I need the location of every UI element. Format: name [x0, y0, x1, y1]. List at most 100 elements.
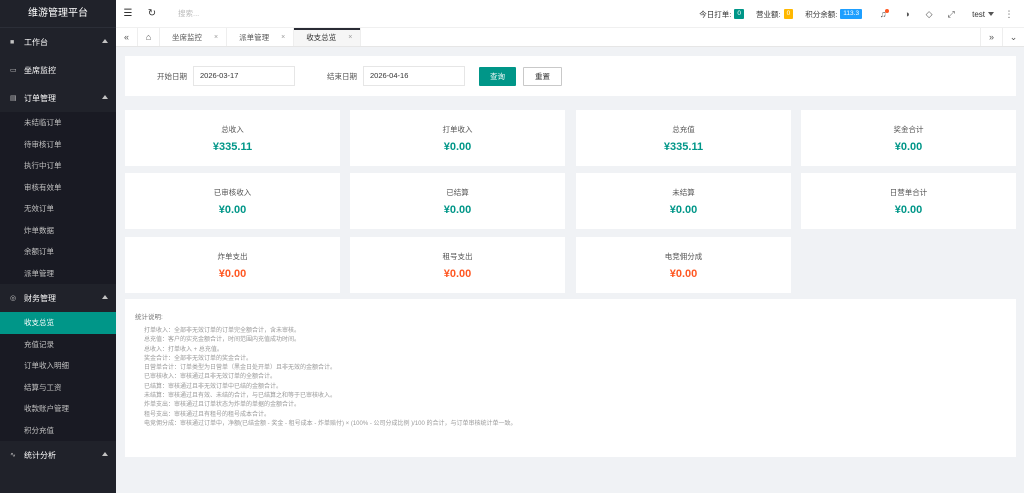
- note-line: 打单收入：全部非无效订单的订单完全额合计，含未审核。: [144, 328, 301, 334]
- card-label: 日营单合计: [889, 188, 928, 197]
- tab-label: 派单管理: [239, 32, 270, 42]
- tabs-dropdown-icon[interactable]: ⌄: [1002, 28, 1024, 46]
- sidebar-item-unsettled-orders[interactable]: 未结临订单: [0, 112, 116, 134]
- card-value: ¥0.00: [669, 204, 698, 216]
- sidebar-item-income-overview[interactable]: 收支总览: [0, 312, 116, 334]
- user-menu[interactable]: test: [972, 10, 994, 19]
- note-line: 总充值：客户的实充金额合计，时间范围内充值成功时间。: [144, 337, 301, 344]
- card-bonus-total: 奖金合计 ¥0.00: [801, 110, 1016, 166]
- note-line: 总收入：打单收入 + 总充值。: [144, 346, 223, 353]
- fullscreen-icon[interactable]: ⤢: [940, 9, 962, 20]
- orders-icon: ▤: [10, 95, 17, 102]
- close-icon[interactable]: ×: [214, 34, 218, 41]
- main-content: 开始日期 2026-03-17 结束日期 2026-04-16 查询 重置 总收…: [116, 47, 1024, 493]
- username: test: [972, 9, 985, 19]
- end-date-label: 结束日期: [327, 71, 357, 81]
- menu-toggle-icon[interactable]: ☰: [116, 8, 140, 19]
- start-date-input[interactable]: 2026-03-17: [193, 66, 295, 86]
- card-label: 奖金合计: [893, 125, 924, 134]
- query-button[interactable]: 查询: [479, 66, 516, 86]
- theme-icon[interactable]: ◑: [896, 9, 918, 19]
- sidebar-item-balance-orders[interactable]: 余额订单: [0, 241, 116, 263]
- nav-group-workbench[interactable]: ■ 工作台: [0, 28, 116, 56]
- stat-badge: 0: [734, 9, 744, 19]
- card-label: 已结算: [446, 188, 469, 197]
- stat-label: 营业额:: [755, 9, 781, 19]
- monitor-icon: ▭: [10, 67, 17, 74]
- dashboard-icon: ■: [10, 38, 15, 46]
- card-label: 租号支出: [442, 252, 473, 261]
- search-input[interactable]: 搜索...: [178, 8, 199, 19]
- card-value: ¥0.00: [443, 268, 472, 280]
- tabs-scroll-left-icon[interactable]: «: [116, 28, 138, 46]
- nav-group-finance[interactable]: ◎ 财务管理: [0, 284, 116, 312]
- tab-seat-monitor[interactable]: 坐席监控 ×: [160, 28, 228, 46]
- tab-label: 收支总览: [306, 32, 337, 42]
- sidebar: 维游管理平台 ■ 工作台 ▭ 坐席监控 ▤ 订单管理 未结临订单 待审核订单 执…: [0, 0, 116, 493]
- tab-dispatch[interactable]: 派单管理 ×: [227, 28, 295, 46]
- note-line: 奖金合计：全部非无效订单的奖金合计。: [144, 355, 253, 362]
- card-value: ¥0.00: [443, 204, 472, 216]
- chart-icon: ∿: [10, 452, 16, 459]
- card-value: ¥335.11: [212, 141, 253, 153]
- note-line: 日营单合计：订单类型为日营单（黑金日处开单）且非无效的金额合计。: [144, 365, 337, 372]
- note-line: 租号支出：审核通过且有租号的租号成本合计。: [144, 411, 271, 418]
- end-date-input[interactable]: 2026-04-16: [363, 66, 465, 86]
- statistics-notes: 统计说明: 打单收入：全部非无效订单的订单完全额合计，含未审核。 总充值：客户的…: [125, 299, 1016, 457]
- stat-badge: 0: [783, 9, 794, 19]
- close-icon[interactable]: ×: [348, 34, 352, 41]
- nav-group-statistics[interactable]: ∿ 统计分析: [0, 441, 116, 469]
- sidebar-item-in-progress[interactable]: 执行中订单: [0, 155, 116, 177]
- nav-group-label: 财务管理: [24, 293, 56, 303]
- caret-down-icon: [988, 12, 994, 16]
- note-line: 已审核收入：审核通过且非无效订单的全额合计。: [144, 374, 277, 381]
- sidebar-item-approved[interactable]: 审核有效单: [0, 177, 116, 199]
- card-rental-expense: 租号支出 ¥0.00: [350, 237, 565, 293]
- card-label: 未结算: [672, 188, 695, 197]
- orders-submenu: 未结临订单 待审核订单 执行中订单 审核有效单 无效订单 炸单数据 余额订单 派…: [0, 112, 116, 284]
- nav-group-orders[interactable]: ▤ 订单管理: [0, 84, 116, 112]
- sidebar-item-dispatch[interactable]: 派单管理: [0, 263, 116, 285]
- app-logo-title: 维游管理平台: [0, 0, 116, 28]
- nav-group-label: 坐席监控: [24, 65, 56, 75]
- reset-button[interactable]: 重置: [523, 66, 562, 86]
- card-daily-order-total: 日营单合计 ¥0.00: [801, 173, 1016, 229]
- page-tabs: « ⌂ 坐席监控 × 派单管理 × 收支总览 × » ⌄: [116, 28, 1024, 47]
- top-header: ☰ ↻ 搜索... 今日打单: 0 营业额: 0 积分余额: 113.3 ♫ ◑…: [116, 0, 1024, 28]
- card-value: ¥0.00: [894, 204, 923, 216]
- card-unsettled: 未结算 ¥0.00: [576, 173, 791, 229]
- card-label: 已审核收入: [213, 188, 252, 197]
- stat-label: 今日打单:: [699, 9, 732, 19]
- sidebar-item-order-income[interactable]: 订单收入明细: [0, 355, 116, 377]
- sidebar-item-accounts[interactable]: 收款账户管理: [0, 398, 116, 420]
- more-vertical-icon[interactable]: ⋮: [1002, 9, 1016, 20]
- close-icon[interactable]: ×: [281, 34, 285, 41]
- home-tab-icon[interactable]: ⌂: [138, 28, 160, 46]
- tag-icon[interactable]: ◇: [918, 9, 940, 20]
- tabs-scroll-right-icon[interactable]: »: [980, 28, 1002, 46]
- card-settled: 已结算 ¥0.00: [350, 173, 565, 229]
- sidebar-item-pending-review[interactable]: 待审核订单: [0, 134, 116, 156]
- revenue-stat: 营业额: 0: [755, 9, 794, 20]
- chevron-up-icon: [102, 452, 108, 456]
- card-value: ¥0.00: [443, 141, 472, 153]
- note-line: 已结算：审核通过且非无效订单中已结的金额合计。: [144, 383, 283, 390]
- card-order-income: 打单收入 ¥0.00: [350, 110, 565, 166]
- sidebar-item-recharge-records[interactable]: 充值记录: [0, 334, 116, 356]
- card-value: ¥335.11: [663, 141, 704, 153]
- card-value: ¥0.00: [218, 268, 247, 280]
- card-label: 打单收入: [442, 125, 473, 134]
- bell-icon[interactable]: ♫: [874, 9, 896, 19]
- sidebar-item-settlement[interactable]: 结算与工资: [0, 377, 116, 399]
- nav-group-seat-monitor[interactable]: ▭ 坐席监控: [0, 56, 116, 84]
- notification-dot: [885, 9, 890, 13]
- refresh-icon[interactable]: ↻: [140, 8, 164, 19]
- sidebar-item-bomb-data[interactable]: 炸单数据: [0, 220, 116, 242]
- card-bomb-expense: 炸单支出 ¥0.00: [125, 237, 340, 293]
- note-line: 未结算：审核通过且有效、未结的合计，与已结算之和等于已审核收入。: [144, 393, 337, 400]
- sidebar-item-points-recharge[interactable]: 积分充值: [0, 420, 116, 442]
- card-total-recharge: 总充值 ¥335.11: [576, 110, 791, 166]
- tab-income-overview[interactable]: 收支总览 ×: [294, 28, 362, 46]
- sidebar-item-invalid-orders[interactable]: 无效订单: [0, 198, 116, 220]
- points-balance-stat: 积分余额: 113.3: [805, 9, 863, 20]
